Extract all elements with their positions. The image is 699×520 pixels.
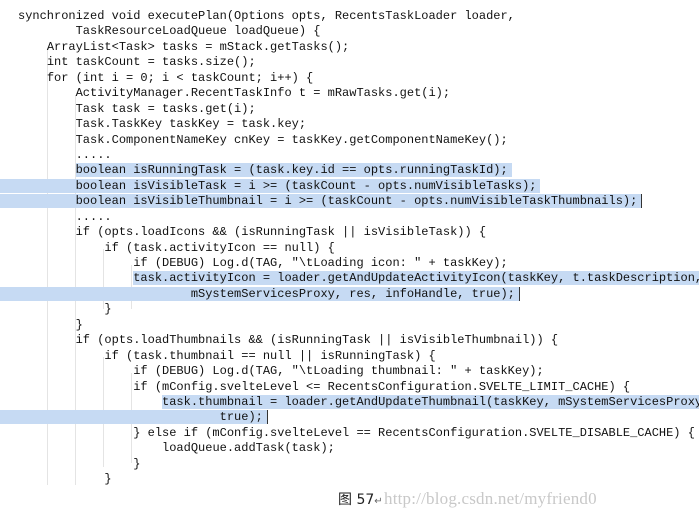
code-line: if (DEBUG) Log.d(TAG, "\tLoading thumbna… xyxy=(18,364,699,379)
code-line: task.activityIcon = loader.getAndUpdateA… xyxy=(18,271,699,286)
code-text: } xyxy=(104,472,112,487)
code-text: for (int i = 0; i < taskCount; i++) { xyxy=(46,70,314,85)
code-line: if (task.activityIcon == null) { xyxy=(18,241,699,256)
figure-caption: 图 57↵ xyxy=(338,489,383,509)
selected-code-text: task.thumbnail = loader.getAndUpdateThum… xyxy=(162,394,699,409)
code-text: if (task.activityIcon == null) { xyxy=(104,240,335,255)
code-line: ..... xyxy=(18,148,699,163)
code-line: ActivityManager.RecentTaskInfo t = mRawT… xyxy=(18,86,699,101)
code-indent xyxy=(18,410,220,425)
code-text: } xyxy=(104,302,112,317)
code-line: if (opts.loadThumbnails && (isRunningTas… xyxy=(18,333,699,348)
code-indent xyxy=(18,194,76,209)
code-line: Task.TaskKey taskKey = task.key; xyxy=(18,117,699,132)
code-text: ..... xyxy=(75,209,112,224)
code-text: ..... xyxy=(75,147,112,162)
code-line: } xyxy=(18,457,699,472)
watermark: http://blog.csdn.net/myfriend0 xyxy=(384,489,597,508)
code-line: if (opts.loadIcons && (isRunningTask || … xyxy=(18,225,699,240)
code-text: TaskResourceLoadQueue loadQueue) { xyxy=(75,24,321,39)
code-text: int taskCount = tasks.size(); xyxy=(46,55,256,70)
code-text: loadQueue.addTask(task); xyxy=(162,441,335,456)
code-text: if (task.thumbnail == null || isRunningT… xyxy=(104,348,436,363)
code-text: ArrayList<Task> tasks = mStack.getTasks(… xyxy=(46,39,350,54)
code-text: Task task = tasks.get(i); xyxy=(75,101,256,116)
selected-code-text: true); xyxy=(219,410,268,425)
code-text: if (opts.loadThumbnails && (isRunningTas… xyxy=(75,333,559,348)
code-line: } xyxy=(18,302,699,317)
code-line: int taskCount = tasks.size(); xyxy=(18,55,699,70)
code-text: ActivityManager.RecentTaskInfo t = mRawT… xyxy=(75,86,451,101)
code-text: } xyxy=(133,456,141,471)
code-indent xyxy=(18,286,191,301)
code-text: if (DEBUG) Log.d(TAG, "\tLoading icon: "… xyxy=(133,256,508,270)
code-text: } xyxy=(75,317,83,332)
code-line: } xyxy=(18,318,699,333)
selected-code-text: boolean isRunningTask = (task.key.id == … xyxy=(75,163,512,178)
code-line: synchronized void executePlan(Options op… xyxy=(18,9,699,24)
code-line: boolean isRunningTask = (task.key.id == … xyxy=(18,163,699,178)
code-text: synchronized void executePlan(Options op… xyxy=(18,9,515,23)
code-line: Task task = tasks.get(i); xyxy=(18,102,699,117)
code-text: } else if (mConfig.svelteLevel == Recent… xyxy=(133,425,695,440)
code-line: boolean isVisibleTask = i >= (taskCount … xyxy=(0,178,699,194)
code-line: for (int i = 0; i < taskCount; i++) { xyxy=(18,71,699,86)
code-text: Task.TaskKey taskKey = task.key; xyxy=(75,117,307,132)
selected-code-text: boolean isVisibleThumbnail = i >= (taskC… xyxy=(75,194,643,209)
return-mark-icon: ↵ xyxy=(374,496,383,507)
code-line: ArrayList<Task> tasks = mStack.getTasks(… xyxy=(18,40,699,55)
code-line: true); xyxy=(0,410,699,425)
selected-code-text: mSystemServicesProxy, res, infoHandle, t… xyxy=(190,286,520,301)
code-line: } xyxy=(18,472,699,487)
figure-label: 图 57 xyxy=(338,492,375,508)
code-line: loadQueue.addTask(task); xyxy=(18,441,699,456)
code-text: if (DEBUG) Log.d(TAG, "\tLoading thumbna… xyxy=(133,364,544,379)
code-line: } else if (mConfig.svelteLevel == Recent… xyxy=(18,426,699,441)
code-line: if (DEBUG) Log.d(TAG, "\tLoading icon: "… xyxy=(18,256,699,271)
code-line: boolean isVisibleThumbnail = i >= (taskC… xyxy=(0,194,699,209)
code-text: if (mConfig.svelteLevel <= RecentsConfig… xyxy=(133,379,631,394)
code-text: Task.ComponentNameKey cnKey = taskKey.ge… xyxy=(75,132,508,147)
code-text: if (opts.loadIcons && (isRunningTask || … xyxy=(75,225,487,240)
code-line: ..... xyxy=(18,210,699,225)
code-line: if (task.thumbnail == null || isRunningT… xyxy=(18,349,699,364)
code-line: TaskResourceLoadQueue loadQueue) { xyxy=(18,24,699,39)
code-indent xyxy=(18,178,76,193)
code-line: mSystemServicesProxy, res, infoHandle, t… xyxy=(0,286,699,302)
code-line: if (mConfig.svelteLevel <= RecentsConfig… xyxy=(18,380,699,395)
code-block: synchronized void executePlan(Options op… xyxy=(0,9,699,488)
code-line: Task.ComponentNameKey cnKey = taskKey.ge… xyxy=(18,133,699,148)
code-line: task.thumbnail = loader.getAndUpdateThum… xyxy=(18,394,699,410)
selected-code-text: task.activityIcon = loader.getAndUpdateA… xyxy=(133,271,699,286)
selected-code-text: boolean isVisibleTask = i >= (taskCount … xyxy=(75,178,541,193)
